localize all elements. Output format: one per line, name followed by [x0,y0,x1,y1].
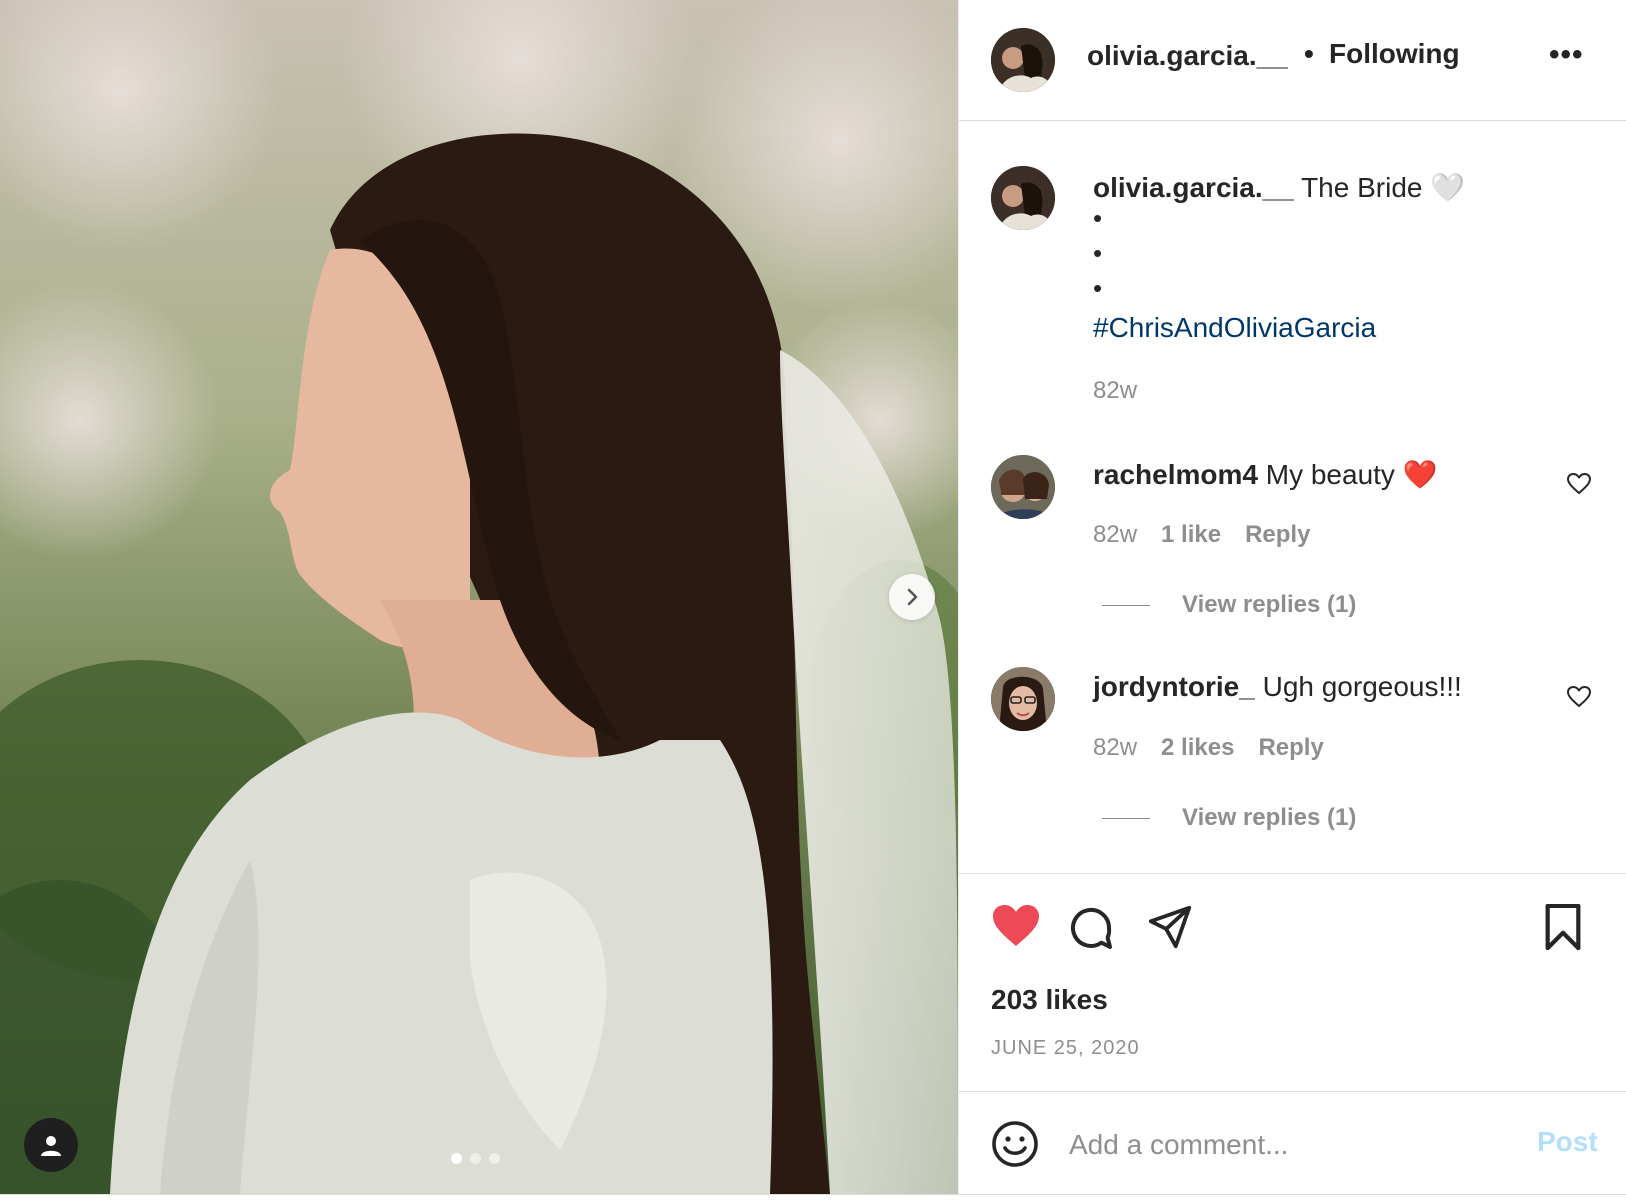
avatar[interactable] [991,455,1055,519]
comment-username[interactable]: jordyntorie_ [1093,671,1255,702]
comment-username[interactable]: rachelmom4 [1093,459,1258,490]
comment-timestamp[interactable]: 82w [1093,734,1137,762]
reply-button[interactable]: Reply [1258,734,1323,762]
divider-line [1102,604,1150,606]
avatar[interactable] [991,28,1055,92]
next-slide-button[interactable] [889,574,935,620]
carousel-indicator [451,1153,500,1164]
tagged-users-button[interactable] [24,1118,78,1172]
save-button[interactable] [1543,903,1583,955]
post-side-panel: olivia.garcia.__ • Following ••• olivia.… [958,0,1626,1194]
comment-likes[interactable]: 2 likes [1161,734,1234,762]
carousel-dot-active [451,1153,462,1164]
view-replies-label: View replies (1) [1182,591,1357,618]
divider-line [1102,817,1150,819]
caption-bullet: • [1093,238,1103,268]
comment-likes[interactable]: 1 like [1161,521,1221,549]
view-replies-label: View replies (1) [1182,804,1357,831]
caption-username[interactable]: olivia.garcia.__ [1093,172,1294,203]
emoji-button[interactable] [991,1120,1039,1173]
reply-button[interactable]: Reply [1245,521,1310,549]
chevron-right-icon [907,588,918,606]
following-button[interactable]: Following [1329,38,1460,70]
view-replies-button[interactable]: View replies (1) [1102,591,1356,619]
bookmark-icon [1545,903,1581,951]
share-button[interactable] [1147,904,1193,955]
avatar-image [991,28,1055,92]
comment-like-button[interactable] [1567,473,1591,500]
carousel-dot [470,1153,481,1164]
caption-bullet: • [1093,273,1103,303]
red-heart-emoji: ❤️ [1402,459,1438,490]
hashtag-link[interactable]: #ChrisAndOliviaGarcia [1093,312,1376,344]
comment-body: My beauty [1265,459,1395,490]
caption-text: olivia.garcia.__ The Bride 🤍 [1093,170,1465,206]
smiley-icon [992,1121,1038,1167]
white-heart-emoji: 🤍 [1430,172,1466,203]
avatar[interactable] [991,667,1055,731]
more-options-button[interactable]: ••• [1549,38,1584,72]
post-media[interactable] [0,0,958,1194]
heart-icon [993,905,1039,946]
avatar-image [991,166,1055,230]
heart-icon [1567,686,1591,707]
avatar[interactable] [991,166,1055,230]
comment-icon [1071,907,1112,949]
heart-icon [1567,473,1591,494]
post-actions: 203 likes JUNE 25, 2020 [959,873,1626,1097]
comment-timestamp[interactable]: 82w [1093,521,1137,549]
post-date[interactable]: JUNE 25, 2020 [991,1037,1140,1060]
carousel-dot [489,1153,500,1164]
comment-meta: 82w 1 like Reply [1093,521,1310,549]
comment-input[interactable] [1067,1122,1491,1168]
header-separator: • [1304,38,1314,69]
view-replies-button[interactable]: View replies (1) [1102,804,1356,832]
paper-plane-icon [1148,905,1192,949]
caption-bullet: • [1093,203,1103,233]
comment-text: rachelmom4 My beauty ❤️ [1093,458,1438,491]
user-icon [41,1136,61,1156]
post-photo [0,0,958,1194]
like-button[interactable] [991,904,1041,953]
comment-meta: 82w 2 likes Reply [1093,734,1324,762]
caption-body: The Bride [1301,172,1423,203]
comment-button[interactable] [1067,904,1115,957]
post: olivia.garcia.__ • Following ••• olivia.… [0,0,1626,1195]
header-username[interactable]: olivia.garcia.__ [1087,40,1288,72]
likes-count[interactable]: 203 likes [991,984,1108,1016]
comment-like-button[interactable] [1567,686,1591,713]
avatar-image [991,455,1055,519]
add-comment-bar: Post [959,1091,1626,1194]
comment-text: jordyntorie_ Ugh gorgeous!!! [1093,671,1462,703]
caption-timestamp[interactable]: 82w [1093,377,1137,405]
post-comment-button[interactable]: Post [1537,1126,1598,1158]
comment-body: Ugh gorgeous!!! [1262,671,1462,702]
avatar-image [991,667,1055,731]
post-header: olivia.garcia.__ • Following ••• [959,0,1626,121]
